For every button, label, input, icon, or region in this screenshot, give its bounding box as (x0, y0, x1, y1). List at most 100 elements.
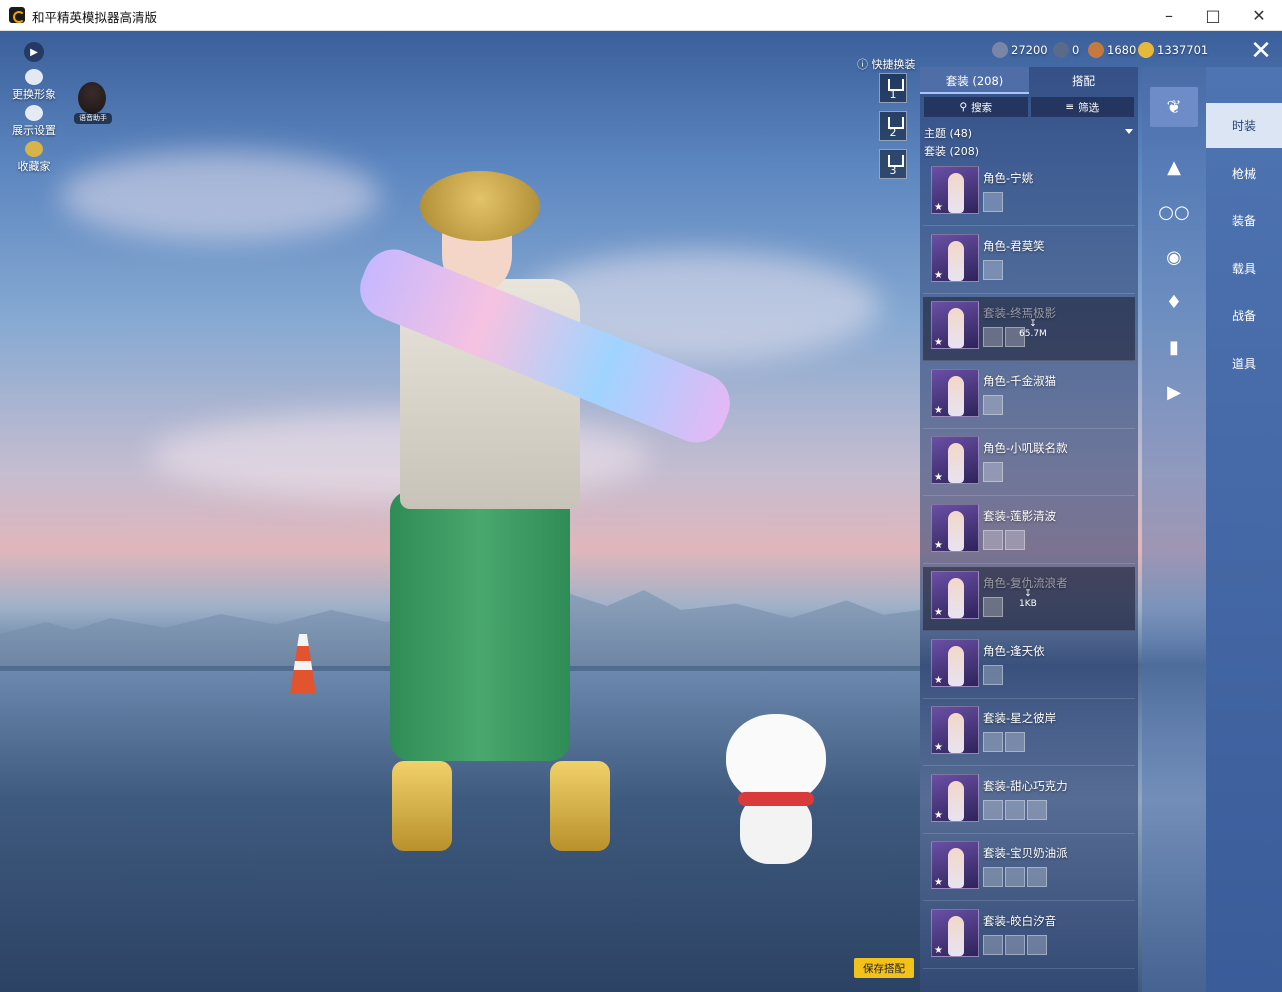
game-viewport: ▶ 更换形象 展示设置 收藏家 语音助手 27200 0 1680 133770… (0, 31, 1282, 992)
outfit-part-icon (983, 259, 1003, 280)
chevron-down-icon[interactable] (1125, 129, 1133, 134)
outfit-part-icon (983, 529, 1003, 550)
category-icon-column: ❦ ▲ ○○ ◉ ♦ ▮ ▶ (1142, 67, 1206, 992)
currency-silver[interactable]: 1680 (1088, 40, 1136, 60)
outfit-part-icon (983, 732, 1003, 752)
outfit-list-item[interactable]: 套装-星之彼岸 (923, 702, 1135, 766)
eye-icon (25, 105, 43, 121)
outfit-name: 角色-君莫笑 (983, 238, 1045, 253)
change-avatar-button[interactable]: 更换形象 (8, 69, 60, 102)
preset-3-button[interactable]: 3 (879, 149, 907, 179)
outfit-name: 套装-皎白汐音 (983, 913, 1057, 928)
glasses-icon[interactable]: ○○ (1150, 192, 1198, 232)
outfit-thumbnail (931, 436, 979, 484)
outfit-part-icon (983, 867, 1003, 887)
outfit-thumbnail (931, 368, 979, 417)
outfit-panel: 套装 (208) 搭配 ⚲搜索 ≡筛选 主题 (48) 套装 (208) 角色-… (920, 67, 1138, 992)
currency-gem[interactable]: 27200 (992, 40, 1048, 60)
tab-fashion[interactable]: 时装 (1206, 103, 1282, 148)
silver-coin-icon (1088, 42, 1104, 58)
outfit-list-item[interactable]: 套装-甜心巧克力 (923, 770, 1135, 834)
outfit-thumbnail (931, 301, 979, 349)
medal-icon (1053, 42, 1069, 58)
outfit-part-icon (983, 462, 1003, 482)
expand-arrow-icon[interactable]: ▶ (24, 42, 44, 62)
outfit-list-item[interactable]: 套装-终焉极影↧65.7M (923, 297, 1135, 361)
outfit-name: 角色-千金淑猫 (983, 373, 1057, 388)
gold-coin-icon (1138, 42, 1154, 58)
outfit-part-icon (983, 327, 1003, 347)
outfit-part-icon (983, 192, 1003, 212)
headwear-icon[interactable]: ▲ (1150, 147, 1198, 187)
outfit-name: 套装-星之彼岸 (983, 711, 1057, 725)
outfit-list-item[interactable]: 角色-千金淑猫 (923, 365, 1135, 429)
save-outfit-button[interactable]: 保存搭配 (854, 958, 914, 978)
tab-equipment[interactable]: 装备 (1206, 198, 1282, 243)
outfit-part-icon (983, 799, 1003, 820)
minimize-icon[interactable]: – (1146, 0, 1192, 31)
outfit-list-item[interactable]: 角色-小叽联名款 (923, 432, 1135, 496)
voice-assistant-button[interactable]: 语音助手 (74, 82, 112, 124)
outfit-part-icon (1027, 799, 1047, 820)
outfit-name: 角色-逢天依 (983, 643, 1045, 658)
outfit-thumbnail (931, 233, 979, 282)
outfit-thumbnail (931, 908, 979, 957)
outfit-part-icon (983, 664, 1003, 685)
outfit-list-item[interactable]: 角色-君莫笑 (923, 230, 1135, 294)
app-logo-icon (9, 7, 25, 23)
person-icon (25, 69, 43, 85)
outfit-part-icon (983, 597, 1003, 617)
outfit-name: 角色-宁姚 (983, 171, 1034, 185)
filter-icon: ≡ (1065, 101, 1075, 113)
gem-icon (992, 42, 1008, 58)
outfit-name: 套装-宝贝奶油派 (983, 846, 1068, 860)
currency-gold[interactable]: 1337701 (1138, 40, 1208, 60)
outfit-icon[interactable]: ❦ (1150, 87, 1198, 127)
outfit-part-icon (1005, 732, 1025, 752)
close-icon[interactable]: ✕ (1236, 0, 1282, 31)
search-button[interactable]: ⚲ 搜索 (924, 97, 1028, 117)
close-panel-icon[interactable]: ✕ (1246, 36, 1276, 66)
currency-medal[interactable]: 0 (1053, 40, 1079, 60)
outfit-thumbnail (931, 571, 979, 619)
assistant-avatar (78, 82, 106, 114)
download-icon[interactable]: ↧ 1KB (1019, 589, 1037, 609)
theme-count[interactable]: 主题 (48) (924, 125, 972, 141)
display-settings-button[interactable]: 展示设置 (8, 105, 60, 138)
badge-icon (25, 141, 43, 157)
window-titlebar: 和平精英模拟器高清版 – □ ✕ (0, 0, 1282, 31)
pet-cat (726, 714, 826, 864)
tab-vehicles[interactable]: 载具 (1206, 246, 1282, 291)
tab-supplies[interactable]: 战备 (1206, 293, 1282, 338)
outfit-list-item[interactable]: 角色-复仇流浪者↧1KB (923, 567, 1135, 631)
preset-2-button[interactable]: 2 (879, 111, 907, 141)
outfit-thumbnail (931, 841, 979, 889)
outfit-count: 套装 (208) (924, 145, 980, 158)
mask-icon[interactable]: ◉ (1150, 237, 1198, 277)
outfit-list-item[interactable]: 套装-皎白汐音 (923, 905, 1135, 969)
outfit-list-item[interactable]: 角色-逢天依 (923, 635, 1135, 699)
favorites-button[interactable]: 收藏家 (8, 141, 60, 174)
right-nav: 时装 枪械 装备 载具 战备 道具 (1206, 67, 1282, 992)
pants-icon[interactable]: ▮ (1150, 327, 1198, 367)
tab-outfits[interactable]: 套装 (208) (920, 67, 1029, 94)
preset-1-button[interactable]: 1 (879, 73, 907, 103)
outfit-part-icon (983, 934, 1003, 955)
tab-combinations[interactable]: 搭配 (1029, 67, 1138, 94)
outfit-list-item[interactable]: 套装-莲影清波 (923, 500, 1135, 564)
outfit-thumbnail (931, 773, 979, 822)
outfit-list-item[interactable]: 角色-宁姚 (923, 162, 1135, 226)
outfit-list-item[interactable]: 套装-宝贝奶油派 (923, 837, 1135, 901)
outfit-part-icon (1005, 529, 1025, 550)
outfit-part-icon (983, 394, 1003, 415)
download-icon[interactable]: ↧ 65.7M (1019, 319, 1047, 339)
filter-button[interactable]: ≡ 筛选 (1030, 97, 1134, 117)
tab-firearms[interactable]: 枪械 (1206, 151, 1282, 196)
jacket-icon[interactable]: ♦ (1150, 282, 1198, 322)
maximize-icon[interactable]: □ (1190, 0, 1236, 31)
tab-props[interactable]: 道具 (1206, 341, 1282, 386)
outfit-name: 角色-小叽联名款 (983, 441, 1068, 455)
outfit-part-icon (1005, 799, 1025, 820)
outfit-part-icon (1027, 934, 1047, 955)
shoes-icon[interactable]: ▶ (1150, 372, 1198, 412)
